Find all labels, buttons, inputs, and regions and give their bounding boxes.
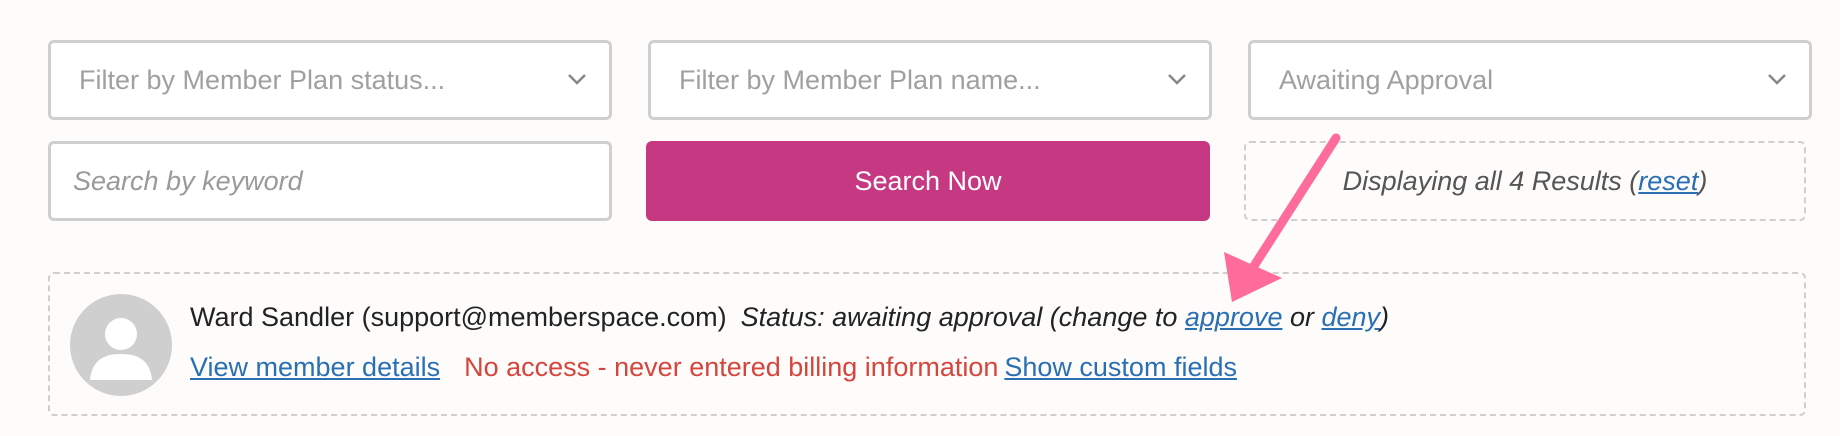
deny-link[interactable]: deny: [1321, 302, 1380, 332]
user-avatar-icon: [70, 294, 172, 396]
keyword-search-placeholder: Search by keyword: [73, 165, 303, 196]
status-suffix: ): [1380, 302, 1390, 332]
member-card: [48, 272, 1806, 416]
show-custom-fields-link[interactable]: Show custom fields: [1004, 352, 1237, 382]
member-plan-name-filter[interactable]: Filter by Member Plan name...: [648, 40, 1212, 120]
results-suffix: ): [1698, 165, 1708, 196]
member-plan-status-filter-value: Filter by Member Plan status...: [79, 64, 446, 95]
results-summary: Displaying all 4 Results (reset): [1244, 141, 1806, 221]
chevron-down-icon: [568, 74, 586, 85]
keyword-search-input[interactable]: Search by keyword: [48, 141, 612, 221]
approval-status-filter-value: Awaiting Approval: [1279, 64, 1494, 95]
chevron-down-icon: [1768, 74, 1786, 85]
member-actions-line: View member details No access - never ent…: [190, 352, 1237, 383]
member-plan-status-filter[interactable]: Filter by Member Plan status...: [48, 40, 612, 120]
member-plan-name-filter-value: Filter by Member Plan name...: [679, 64, 1041, 95]
chevron-down-icon: [1168, 74, 1186, 85]
reset-link[interactable]: reset: [1638, 166, 1698, 197]
status-prefix: Status: awaiting approval (change to: [740, 302, 1185, 332]
status-or-text: or: [1282, 302, 1322, 332]
search-now-button[interactable]: Search Now: [646, 141, 1210, 221]
member-info-line: Ward Sandler (support@memberspace.com) St…: [190, 302, 1389, 333]
member-status: Status: awaiting approval (change to app…: [741, 302, 1389, 332]
access-warning-text: No access - never entered billing inform…: [464, 352, 999, 382]
approval-status-filter[interactable]: Awaiting Approval: [1248, 40, 1812, 120]
approve-link[interactable]: approve: [1185, 302, 1283, 332]
member-name-email: Ward Sandler (support@memberspace.com): [190, 302, 727, 332]
results-count-text: Displaying all 4 Results (: [1342, 165, 1639, 196]
view-member-details-link[interactable]: View member details: [190, 352, 440, 382]
